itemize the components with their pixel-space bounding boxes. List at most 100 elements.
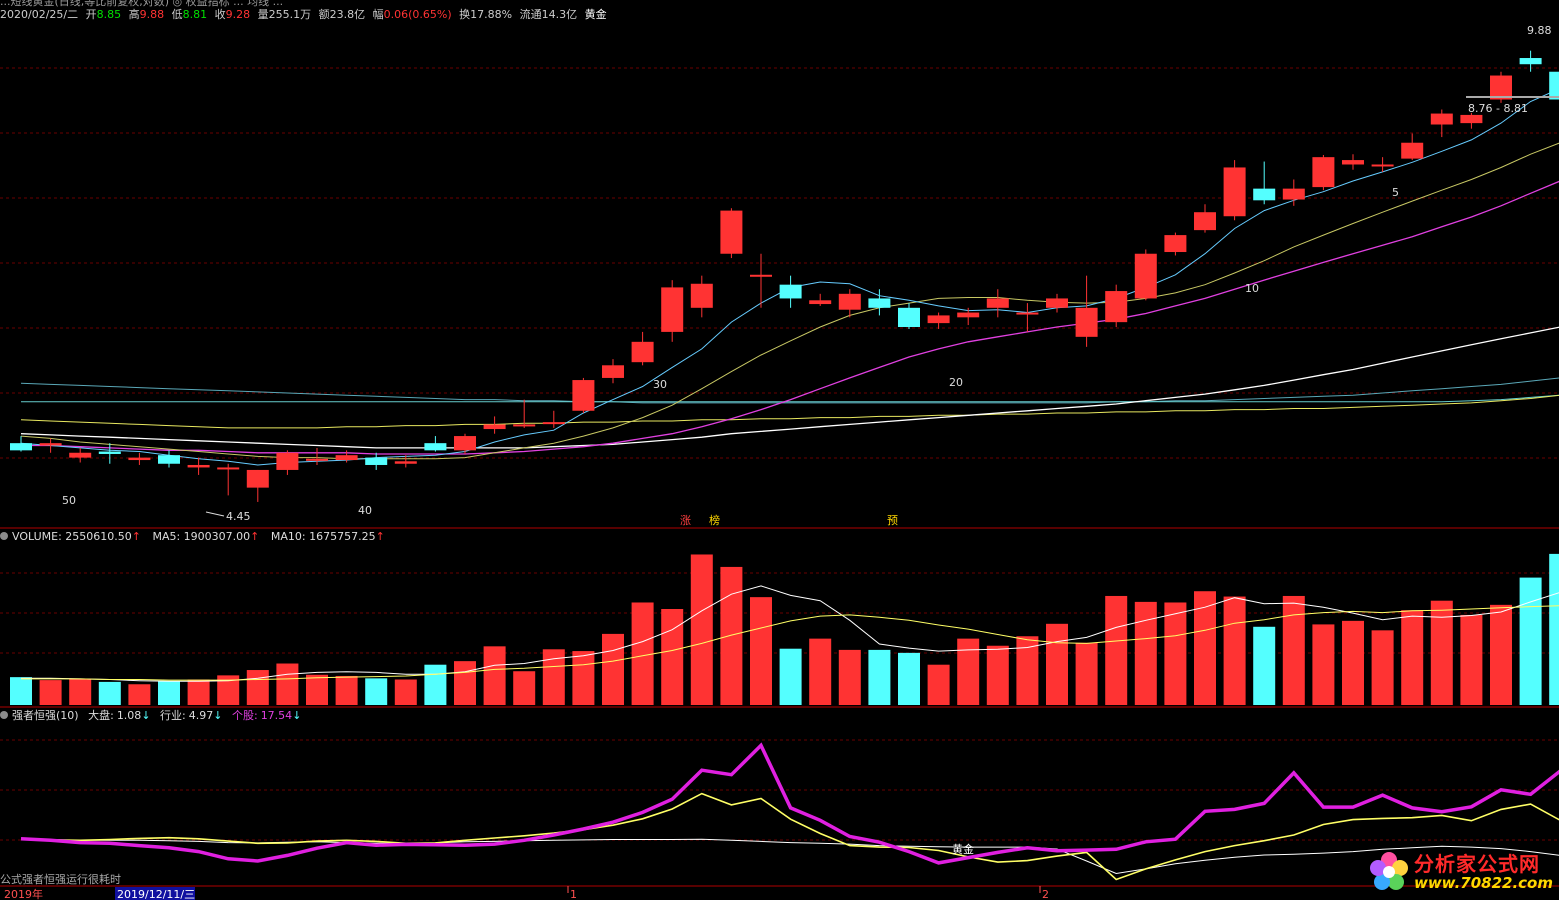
count-label: 50 (62, 494, 76, 507)
candle-body (1371, 164, 1394, 167)
candle-body (720, 210, 743, 254)
volume-bar (1223, 596, 1246, 705)
candle (1046, 293, 1068, 313)
candle (720, 208, 743, 259)
header-quote: 2020/02/25/二 开8.85 高9.88 低8.81 收9.28 量25… (0, 7, 607, 21)
volume-bar (809, 638, 832, 705)
candle (602, 359, 624, 384)
count-label: 10 (1245, 282, 1259, 295)
candle-body (187, 464, 210, 468)
logo-name: 分析家公式网 (1413, 851, 1540, 876)
indicator-header: 强者恒强(10) 大盘: 1.08↓ 行业: 4.97↓ 个股: 17.54↓ (12, 708, 301, 722)
candle-body (690, 283, 713, 308)
candle-body (1282, 188, 1305, 200)
panel-dividers (0, 527, 1559, 887)
volume-bar (1549, 553, 1559, 705)
candle (1549, 71, 1559, 100)
range-label: 8.76 - 8.81 (1468, 102, 1528, 115)
candles (10, 50, 1559, 502)
ma60-line (20, 326, 1559, 449)
volume-bar (838, 649, 861, 705)
candle-body (750, 274, 772, 277)
volume-bar (572, 651, 595, 705)
candle-body (957, 312, 980, 318)
volume-bar (1371, 630, 1394, 705)
candle (1282, 179, 1305, 206)
axis-month: 1 (570, 888, 577, 900)
candle (1194, 204, 1216, 233)
candle (750, 253, 772, 308)
candle-body (1253, 188, 1276, 201)
panel-toggle-icon[interactable] (0, 711, 8, 719)
volume-bar (98, 681, 121, 705)
volume-bar (187, 679, 210, 705)
candle-body (335, 455, 358, 461)
candle (868, 289, 891, 316)
candle (631, 331, 654, 366)
volume-bar (720, 566, 743, 705)
candle-body (1194, 212, 1216, 231)
long-ma-lines (20, 377, 1559, 429)
candle (1253, 161, 1276, 205)
volume-bar (868, 649, 891, 705)
volume-bar (1490, 604, 1512, 705)
panel-toggle-icon[interactable] (0, 532, 8, 540)
candle-body (276, 452, 299, 470)
candle-body (809, 300, 832, 305)
candle (1342, 154, 1364, 170)
candle-body (838, 293, 861, 310)
candle-body (868, 298, 891, 308)
candle-body (483, 424, 506, 430)
volume-bar (128, 684, 151, 705)
volume-bar (335, 675, 358, 705)
volume-bar (1164, 602, 1187, 705)
volume-bar (1046, 623, 1068, 705)
site-logo: 分析家公式网 www.70822.com (1367, 850, 1553, 894)
volume-bar (690, 554, 713, 705)
volume-bars (10, 553, 1559, 705)
volume-bar (750, 597, 772, 705)
candle (98, 443, 121, 464)
event-label: 预 (887, 514, 898, 527)
candle (128, 452, 151, 465)
candle-body (1164, 235, 1187, 253)
axis-month: 2 (1042, 888, 1049, 900)
candle (1460, 112, 1483, 129)
candle (779, 275, 802, 308)
candle (661, 280, 684, 342)
cross-label: 黄金 (952, 842, 974, 856)
candle (424, 436, 447, 452)
volume-bar (483, 646, 506, 705)
candle (246, 469, 269, 502)
count-label: 20 (949, 376, 963, 389)
candle (454, 433, 476, 454)
candle (1105, 284, 1128, 328)
volume-bar (1519, 577, 1542, 705)
volume-bar (424, 664, 447, 705)
event-label: 涨 (680, 514, 691, 527)
candle-body (424, 443, 447, 451)
volume-bar (1105, 595, 1128, 705)
candle-body (39, 443, 62, 446)
candle-body (1401, 142, 1424, 159)
candle (306, 447, 328, 465)
candle-body (1075, 307, 1098, 337)
candle-body (898, 307, 920, 328)
candle (927, 312, 950, 329)
logo-url: www.70822.com (1413, 873, 1553, 892)
candle (365, 452, 388, 470)
candle-body (572, 380, 595, 411)
candle-body (1312, 157, 1335, 188)
volume-bar (927, 664, 950, 705)
market-strength-line (20, 838, 1559, 875)
candle-body (306, 458, 328, 461)
count-label: 40 (358, 504, 372, 517)
cursor-date: 2019/12/11/三 (117, 888, 195, 900)
candle-body (1223, 167, 1246, 217)
stock-chart[interactable]: ...短线黄金(日线,等比前复权,对数) ◎ 权益指标 ... 均线 ... 2… (0, 0, 1559, 900)
volume-bar (1016, 636, 1039, 705)
volume-bar (1312, 624, 1335, 705)
volume-bar (1282, 595, 1305, 705)
candle-body (246, 469, 269, 488)
candle (1134, 249, 1157, 301)
